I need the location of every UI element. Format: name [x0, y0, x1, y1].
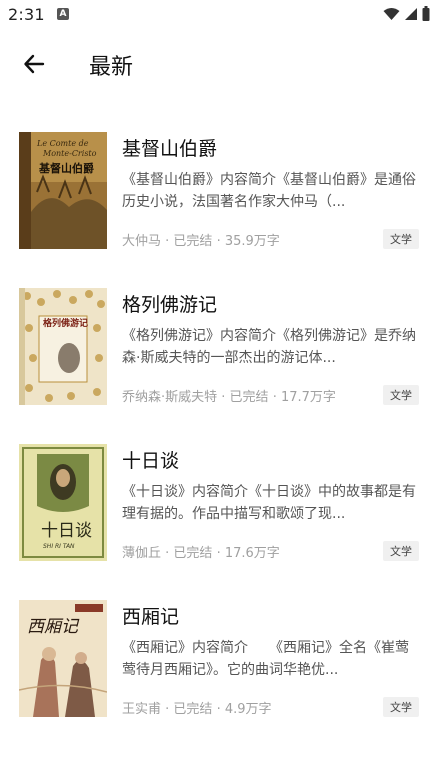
book-meta: 大仲马 · 已完结 · 35.9万字: [122, 234, 280, 249]
book-description: 《西厢记》内容简介 《西厢记》全名《崔莺莺待月西厢记》。它的曲词华艳优...: [122, 640, 409, 678]
book-word-count: 35.9万字: [224, 234, 280, 249]
cover-title-text: 格列佛游记: [43, 317, 88, 329]
book-author: 薄伽丘: [122, 546, 162, 561]
book-status: 已完结: [173, 702, 213, 717]
cover-title-text: 基督山伯爵: [38, 161, 94, 175]
book-word-count: 17.7万字: [280, 390, 336, 405]
book-description: 《十日谈》内容简介《十日谈》中的故事都是有理有据的。作品中描写和歌颂了现...: [122, 484, 416, 522]
status-time: 2:31: [8, 5, 45, 24]
book-author: 乔纳森·斯威夫特: [122, 390, 218, 405]
book-category-tag: 文学: [383, 229, 419, 249]
book-title: 格列佛游记: [122, 294, 218, 316]
battery-icon: [422, 6, 430, 21]
book-word-count: 17.6万字: [224, 546, 280, 561]
book-meta: 王实甫 · 已完结 · 4.9万字: [122, 702, 272, 717]
book-list-item[interactable]: 十日谈 SHI RI TAN 十日谈 《十日谈》内容简介《十日谈》中的故事都是有…: [0, 434, 438, 564]
book-cover: 格列佛游记: [19, 288, 107, 405]
app-bar: 最新: [0, 30, 438, 98]
book-author: 大仲马: [122, 234, 162, 249]
svg-text:Monte-Cristo: Monte-Cristo: [42, 149, 97, 158]
cover-title-text: 十日谈: [41, 521, 92, 541]
book-list-item[interactable]: 西厢记 西厢记 《西厢记》内容简介 《西厢记》全名《崔莺莺待月西厢记》。它的曲词…: [0, 590, 438, 720]
status-bar: 2:31 A: [0, 0, 438, 30]
book-description: 《格列佛游记》内容简介《格列佛游记》是乔纳森·斯威夫特的一部杰出的游记体...: [122, 328, 416, 366]
book-cover: 十日谈 SHI RI TAN: [19, 444, 107, 561]
book-status: 已完结: [173, 234, 213, 249]
svg-text:Le Comte de: Le Comte de: [36, 139, 89, 148]
arrow-left-icon: [24, 54, 45, 74]
book-title: 西厢记: [122, 606, 180, 628]
book-cover: 西厢记: [19, 600, 107, 717]
cover-subtitle-text: SHI RI TAN: [43, 543, 75, 550]
back-button[interactable]: [16, 46, 52, 82]
book-category-tag: 文学: [383, 541, 419, 561]
book-list-item[interactable]: 格列佛游记 格列佛游记 《格列佛游记》内容简介《格列佛游记》是乔纳森·斯威夫特的…: [0, 278, 438, 408]
book-meta: 薄伽丘 · 已完结 · 17.6万字: [122, 546, 280, 561]
book-description: 《基督山伯爵》内容简介《基督山伯爵》是通俗历史小说，法国著名作家大仲马（...: [122, 172, 416, 210]
cover-title-text: 西厢记: [27, 617, 80, 637]
page-title: 最新: [89, 55, 134, 80]
book-title: 十日谈: [122, 450, 180, 472]
book-meta: 乔纳森·斯威夫特 · 已完结 · 17.7万字: [122, 390, 336, 405]
notification-app-icon: A: [57, 8, 69, 20]
book-title: 基督山伯爵: [122, 138, 218, 160]
cellular-signal-icon: [405, 7, 417, 20]
book-category-tag: 文学: [383, 385, 419, 405]
book-word-count: 4.9万字: [224, 702, 272, 717]
book-status: 已完结: [173, 546, 213, 561]
book-cover: Le Comte de Monte-Cristo 基督山伯爵: [19, 132, 107, 249]
status-icons: [383, 6, 430, 21]
book-author: 王实甫: [122, 702, 162, 717]
book-status: 已完结: [229, 390, 269, 405]
book-category-tag: 文学: [383, 697, 419, 717]
wifi-icon: [383, 7, 400, 20]
book-list-item[interactable]: Le Comte de Monte-Cristo 基督山伯爵 基督山伯爵 《基督…: [0, 122, 438, 252]
